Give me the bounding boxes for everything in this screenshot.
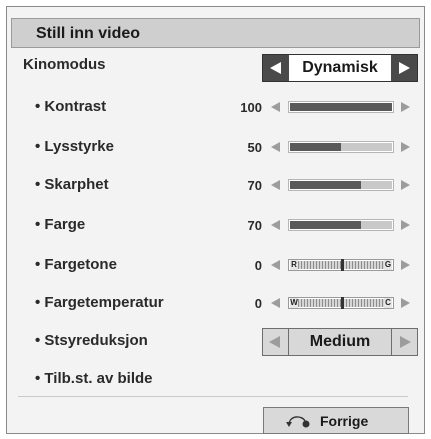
contrast-bar[interactable]	[288, 101, 394, 113]
tint-label: • Fargetone	[35, 256, 117, 273]
noise-reduction-next-button[interactable]	[391, 329, 417, 355]
brightness-decrease-icon[interactable]	[271, 142, 280, 152]
sharpness-bar-fill	[290, 181, 362, 189]
color-value: 70	[247, 218, 262, 233]
color-temperature-balance-bar[interactable]: W C	[288, 297, 394, 309]
color-temperature-decrease-icon[interactable]	[271, 298, 280, 308]
sharpness-label: • Skarphet	[35, 176, 109, 193]
contrast-value: 100	[240, 100, 262, 115]
noise-reduction-selector[interactable]: Medium	[262, 328, 418, 356]
tint-center-marker	[341, 259, 344, 271]
tint-right-end: G	[384, 260, 392, 270]
sharpness-increase-icon[interactable]	[401, 180, 410, 190]
reset-picture-item[interactable]: • Tilb.st. av bilde	[35, 370, 153, 387]
contrast-bar-fill	[290, 103, 392, 111]
noise-reduction-label: • Stsyreduksjon	[35, 332, 148, 349]
noise-reduction-prev-button[interactable]	[263, 329, 289, 355]
color-temperature-left-end: W	[290, 298, 298, 308]
color-bar[interactable]	[288, 219, 394, 231]
color-temperature-right-end: C	[384, 298, 392, 308]
color-temperature-increase-icon[interactable]	[401, 298, 410, 308]
sharpness-decrease-icon[interactable]	[271, 180, 280, 190]
cinema-mode-value: Dynamisk	[289, 55, 391, 81]
tint-left-end: R	[290, 260, 298, 270]
color-temperature-center-marker	[341, 297, 344, 309]
color-bar-fill	[290, 221, 362, 229]
brightness-label: • Lysstyrke	[35, 138, 114, 155]
sharpness-value: 70	[247, 178, 262, 193]
tint-balance-bar[interactable]: R G	[288, 259, 394, 271]
divider	[18, 396, 408, 397]
cinema-mode-selector[interactable]: Dynamisk	[262, 54, 418, 82]
brightness-increase-icon[interactable]	[401, 142, 410, 152]
color-temperature-label: • Fargetemperatur	[35, 294, 164, 311]
panel-title-bar: Still inn video	[11, 18, 420, 48]
color-label: • Farge	[35, 216, 86, 233]
cinema-mode-prev-button[interactable]	[263, 55, 289, 81]
brightness-bar-fill	[290, 143, 341, 151]
tint-value: 0	[254, 258, 262, 273]
tint-decrease-icon[interactable]	[271, 260, 280, 270]
color-increase-icon[interactable]	[401, 220, 410, 230]
triangle-left-icon	[270, 62, 281, 74]
back-button-label: Forrige	[320, 413, 369, 429]
cinema-mode-label: Kinomodus	[23, 56, 106, 73]
color-temperature-value: 0	[254, 296, 262, 311]
triangle-right-icon	[399, 62, 410, 74]
brightness-value: 50	[247, 140, 262, 155]
contrast-label: • Kontrast	[35, 98, 107, 115]
brightness-bar[interactable]	[288, 141, 394, 153]
sharpness-bar[interactable]	[288, 179, 394, 191]
panel-title: Still inn video	[36, 25, 141, 42]
contrast-decrease-icon[interactable]	[271, 102, 280, 112]
back-button[interactable]: Forrige	[263, 407, 409, 434]
return-icon	[286, 416, 310, 428]
triangle-right-icon	[400, 336, 411, 348]
noise-reduction-value: Medium	[309, 333, 371, 350]
triangle-left-icon	[269, 336, 280, 348]
cinema-mode-next-button[interactable]	[391, 55, 417, 81]
tint-increase-icon[interactable]	[401, 260, 410, 270]
contrast-increase-icon[interactable]	[401, 102, 410, 112]
color-decrease-icon[interactable]	[271, 220, 280, 230]
